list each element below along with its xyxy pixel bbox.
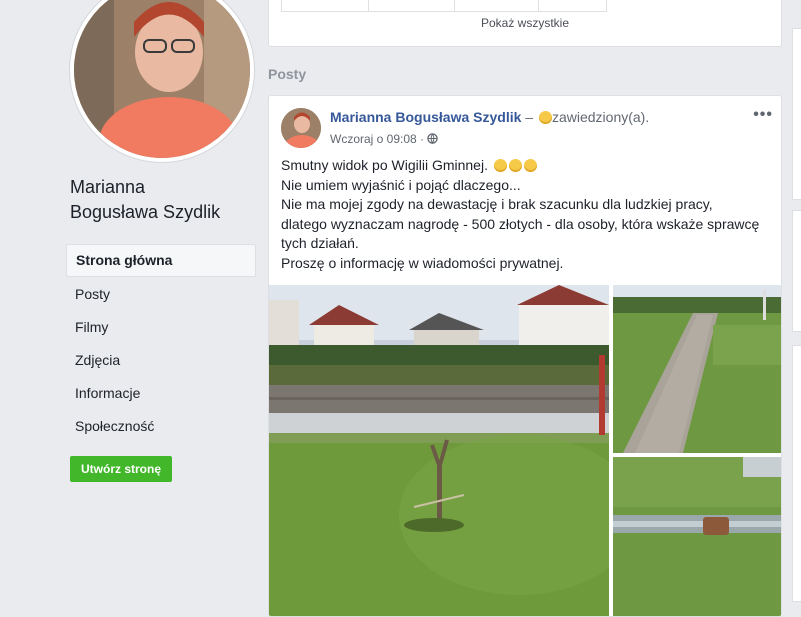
post-text-line4: Proszę o informację w wiadomości prywatn… <box>281 254 564 271</box>
sad-emoji-icon <box>508 159 522 172</box>
post-text-line2: Nie umiem wyjaśnić i pojąć dlaczego... <box>281 176 521 193</box>
top-card-tabs <box>281 0 607 12</box>
show-all-link[interactable]: Pokaż wszystkie <box>269 16 781 30</box>
top-card: Pokaż wszystkie <box>268 0 782 47</box>
create-page-button[interactable]: Utwórz stronę <box>70 456 173 482</box>
post-photo-main[interactable] <box>269 285 609 616</box>
profile-name[interactable]: Marianna Bogusława Szydlik <box>70 175 260 225</box>
posts-section-title: Posty <box>268 66 307 82</box>
post-text-line3: Nie ma mojej zgody na dewastację i brak … <box>281 196 760 251</box>
globe-icon[interactable] <box>427 132 439 146</box>
right-sidebar-card <box>792 210 801 332</box>
post-header: Marianna Bogusława Szydlik – zawiedziony… <box>330 109 649 125</box>
post-text: Smutny widok po Wigilii Gminnej. Nie umi… <box>281 156 761 273</box>
profile-picture[interactable] <box>70 0 254 162</box>
nav-item-community[interactable]: Społeczność <box>66 411 256 442</box>
nav-item-home[interactable]: Strona główna <box>66 244 256 277</box>
post-feeling[interactable]: zawiedziony(a). <box>552 109 649 125</box>
profile-name-line1: Marianna <box>70 177 146 197</box>
nav-item-posts[interactable]: Posty <box>66 279 256 310</box>
post-dash: – <box>521 109 537 125</box>
sad-emoji-icon <box>493 159 507 172</box>
profile-photo <box>74 0 250 158</box>
nav-item-photos[interactable]: Zdjęcia <box>66 345 256 376</box>
disappointed-emoji-icon <box>538 111 552 124</box>
post-text-line1: Smutny widok po Wigilii Gminnej. <box>281 156 761 176</box>
more-options-icon[interactable]: ••• <box>753 106 773 124</box>
post-author-name[interactable]: Marianna Bogusława Szydlik <box>330 109 521 125</box>
right-sidebar-card <box>792 28 801 200</box>
post-author-avatar[interactable] <box>281 108 321 148</box>
post-photo-side1[interactable] <box>613 285 781 453</box>
post-card: Marianna Bogusława Szydlik – zawiedziony… <box>268 95 782 617</box>
nav-item-about[interactable]: Informacje <box>66 378 256 409</box>
post-meta: Wczoraj o 09:08 · <box>330 132 439 146</box>
right-sidebar-card <box>792 345 801 602</box>
post-photo-side2[interactable] <box>613 457 781 616</box>
post-timestamp[interactable]: Wczoraj o 09:08 · <box>330 132 424 146</box>
profile-nav: Strona główna Posty Filmy Zdjęcia Inform… <box>66 244 256 444</box>
nav-item-videos[interactable]: Filmy <box>66 312 256 343</box>
sad-emoji-icon <box>523 159 537 172</box>
profile-name-line2: Bogusława Szydlik <box>70 202 221 222</box>
